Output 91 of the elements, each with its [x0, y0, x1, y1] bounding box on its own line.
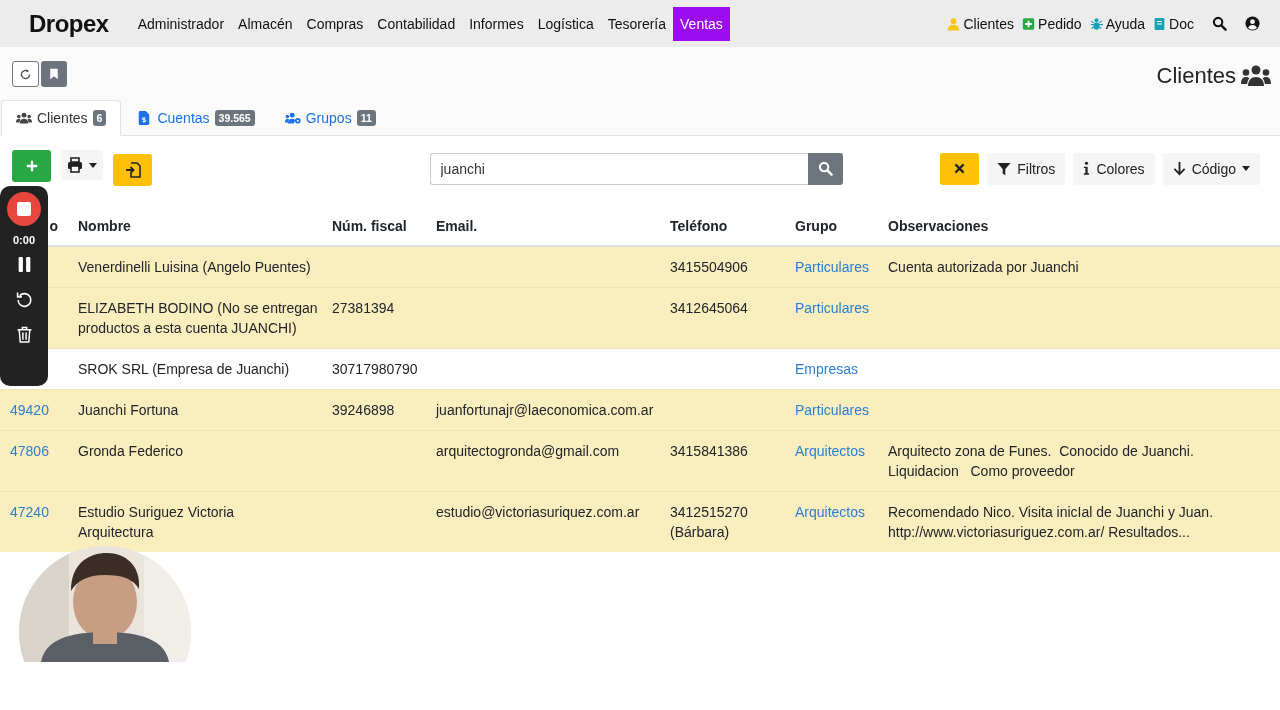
- plus-icon: [24, 159, 39, 173]
- column-header[interactable]: Nombre: [78, 218, 131, 234]
- cell-link[interactable]: 47240: [10, 504, 49, 520]
- bookmark-button[interactable]: [41, 61, 67, 87]
- column-header[interactable]: Observaciones: [888, 218, 989, 234]
- page-title: Clientes: [1156, 62, 1236, 89]
- file-import-icon: [124, 162, 141, 178]
- refresh-icon: [19, 67, 32, 81]
- count-badge: 39.565: [214, 110, 255, 126]
- table-cell: 27381394: [332, 300, 395, 316]
- caret-icon: [89, 162, 97, 168]
- close-icon: [954, 163, 966, 174]
- person-icon: [947, 16, 961, 31]
- table-cell: 30717980790: [332, 361, 418, 377]
- nav-item[interactable]: Informes: [462, 6, 531, 41]
- toolbar-button[interactable]: Colores: [1073, 152, 1155, 185]
- bookmark-icon: [48, 68, 60, 80]
- refresh-button[interactable]: [12, 61, 39, 87]
- nav-link[interactable]: Clientes: [947, 15, 1015, 32]
- table-cell: Arquitecto zona de Funes. Conocido de Juanchi. Liquidacion Como proveedor: [888, 443, 1194, 479]
- column-header[interactable]: Teléfono: [670, 218, 728, 234]
- search-icon: [817, 161, 833, 176]
- arrow-down-icon: [1172, 161, 1186, 176]
- table-cell: arquitectogronda@gmail.com: [436, 443, 620, 459]
- cell-link[interactable]: Arquitectos: [795, 443, 866, 459]
- print-button[interactable]: [61, 150, 103, 180]
- table-cell: ELIZABETH BODINO (No se entregan productos a esta cuenta JUANCHI): [78, 300, 318, 336]
- table-cell: Estudio Suriguez Victoria Arquitectura: [78, 504, 235, 540]
- table-row[interactable]: 47806 Gronda Federico arquitectogronda@gmail.com 3415841386 Arquitectos Arquitecto zona de Funes. Conocido de Juanchi. Liquidacion Como proveedor: [0, 430, 1280, 492]
- table-cell: 3415841386: [670, 443, 748, 459]
- tab[interactable]: Clientes 6: [1, 100, 122, 136]
- nav-item[interactable]: Almacén: [231, 6, 300, 41]
- table-cell: 3412645064: [670, 300, 748, 316]
- nav-link[interactable]: Doc: [1153, 15, 1194, 32]
- nav-item[interactable]: Administrador: [130, 6, 232, 41]
- brand-logo[interactable]: Dropex: [29, 9, 109, 38]
- nav-item[interactable]: Logística: [530, 6, 601, 41]
- book-icon: [1153, 16, 1167, 31]
- nav-item[interactable]: Ventas: [673, 6, 730, 41]
- clear-button[interactable]: [940, 152, 980, 185]
- table-row[interactable]: 49420 Juanchi Fortuna 39246898 juanfortunajr@laeconomica.com.ar Particulares: [0, 389, 1280, 431]
- column-header[interactable]: Grupo: [795, 218, 837, 234]
- add-button[interactable]: [12, 150, 51, 182]
- user-account-icon[interactable]: [1245, 16, 1260, 31]
- search-icon[interactable]: [1212, 16, 1227, 31]
- table-cell: SROK SRL (Empresa de Juanchi): [78, 361, 290, 377]
- table-row[interactable]: Venerdinelli Luisina (Angelo Puentes) 3415504906 Particulares Cuenta autorizada por Juanchi: [0, 246, 1280, 288]
- table-cell: 3415504906: [670, 259, 748, 275]
- table-cell: Venerdinelli Luisina (Angelo Puentes): [78, 259, 311, 275]
- nav-item[interactable]: Contabilidad: [370, 6, 463, 41]
- table-cell: Gronda Federico: [78, 443, 184, 459]
- column-header[interactable]: Email.: [436, 218, 478, 234]
- users-icon: [16, 111, 32, 125]
- table-cell: juanfortunajr@laeconomica.com.ar: [436, 402, 654, 418]
- users-gear-icon: [284, 111, 301, 125]
- toolbar-button[interactable]: Filtros: [987, 152, 1066, 185]
- printer-icon: [67, 157, 83, 173]
- timer-text: 0:00: [13, 234, 35, 246]
- table-cell: 3412515270 (Bárbara): [670, 504, 748, 540]
- table-row[interactable]: ELIZABETH BODINO (No se entregan productos a esta cuenta JUANCHI) 27381394 3412645064 Particulares: [0, 287, 1280, 349]
- cell-link[interactable]: Empresas: [795, 361, 859, 377]
- nav-link[interactable]: Ayuda: [1089, 15, 1146, 32]
- nav-item[interactable]: Tesorería: [600, 6, 674, 41]
- plus-icon: [1022, 16, 1036, 31]
- users-icon: [1241, 64, 1271, 87]
- table-cell: estudio@victoriasuriquez.com.ar: [436, 504, 640, 520]
- restart-icon[interactable]: [15, 291, 33, 308]
- trash-icon[interactable]: [15, 326, 33, 343]
- stop-button[interactable]: [7, 192, 41, 226]
- table-cell: Juanchi Fortuna: [78, 402, 179, 418]
- table-cell: Recomendado Nico. Visita inicIal de Juanchi y Juan. http://www.victoriasuriguez.com.ar/ Resultados...: [888, 504, 1214, 540]
- table-cell: Cuenta autorizada por Juanchi: [888, 259, 1079, 275]
- cell-link[interactable]: 47806: [10, 443, 49, 459]
- search-button[interactable]: [807, 152, 843, 185]
- import-button[interactable]: [113, 154, 152, 186]
- search-field[interactable]: juanchi: [429, 152, 808, 185]
- table-row[interactable]: [0, 491, 1280, 552]
- info-icon: [1083, 161, 1091, 176]
- table-cell: 39246898: [332, 402, 395, 418]
- count-badge: 11: [356, 110, 376, 126]
- tab[interactable]: Cuentas 39.565: [121, 100, 270, 136]
- nav-item[interactable]: Compras: [299, 6, 371, 41]
- filter-icon: [997, 161, 1012, 176]
- bug-icon: [1089, 16, 1103, 31]
- nav-link[interactable]: Pedido: [1022, 15, 1082, 32]
- caret-icon: [1242, 166, 1250, 171]
- column-header[interactable]: Núm. fiscal: [332, 218, 407, 234]
- count-badge: 6: [92, 110, 107, 126]
- tab[interactable]: Grupos 11: [269, 100, 391, 136]
- column-header[interactable]: o: [49, 218, 58, 234]
- toolbar-button[interactable]: Código: [1162, 152, 1260, 185]
